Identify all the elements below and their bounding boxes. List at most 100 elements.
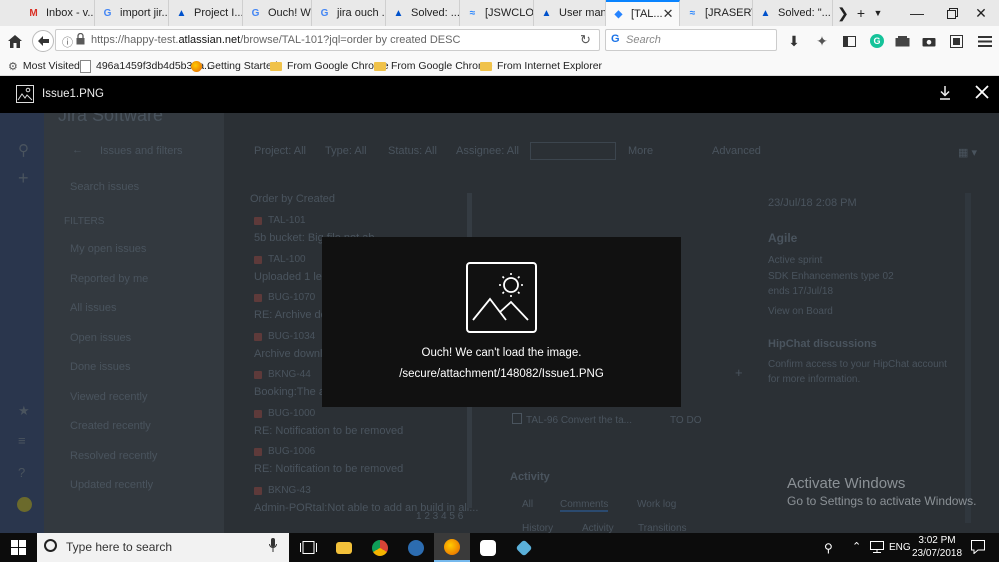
virtualbox-icon[interactable] — [506, 533, 542, 562]
chrome-icon[interactable] — [362, 533, 398, 562]
list-all-tabs-icon[interactable]: ▼ — [870, 0, 886, 26]
search-input[interactable]: Search — [626, 34, 661, 46]
activity-tab-activity[interactable]: Activity — [582, 523, 614, 533]
browser-tab[interactable]: ≈ [JRASERV... — [680, 0, 753, 26]
issue-key[interactable]: BUG-1000 — [268, 408, 315, 419]
task-view-icon[interactable] — [290, 533, 326, 562]
filter-link[interactable]: Open issues — [70, 332, 131, 344]
search-box[interactable]: G Search — [605, 29, 777, 51]
bookmark-folder[interactable]: From Google Chrome — [374, 59, 493, 73]
download-icon[interactable] — [939, 86, 951, 103]
browser-tab[interactable]: ▲ User man... — [534, 0, 606, 26]
file-explorer-icon[interactable] — [326, 533, 362, 562]
browser-tab[interactable]: Gimport jir... — [95, 0, 169, 26]
browser-tab[interactable]: ◆ [TAL... ✕ — [606, 0, 680, 26]
slack-icon[interactable] — [470, 533, 506, 562]
menu-icon[interactable] — [974, 31, 996, 51]
filter-link[interactable]: My open issues — [70, 243, 146, 255]
issue-key[interactable]: TAL-100 — [268, 254, 306, 265]
issue-summary[interactable]: RE: Notification to be removed — [254, 425, 403, 437]
people-icon[interactable]: ⚲ — [824, 541, 833, 555]
layout-switcher-icon[interactable]: ▦ ▾ — [958, 146, 977, 159]
filter-link[interactable]: Created recently — [70, 420, 151, 432]
filter-link[interactable]: Viewed recently — [70, 391, 147, 403]
filter-link[interactable]: Done issues — [70, 361, 131, 373]
avatar[interactable] — [17, 497, 32, 512]
issue-key[interactable]: BKNG-43 — [268, 485, 311, 496]
issues-and-filters-link[interactable]: Issues and filters — [100, 145, 183, 157]
extension-icon[interactable]: ✦ — [811, 31, 833, 51]
issue-key[interactable]: BUG-1070 — [268, 292, 315, 303]
show-hidden-icons[interactable]: ⌃ — [852, 540, 861, 553]
close-tab-icon[interactable]: ✕ — [663, 6, 674, 22]
browser-tab[interactable]: Gjira ouch ... — [312, 0, 386, 26]
activity-tab-history[interactable]: History — [522, 523, 553, 533]
download-icon[interactable]: ⬇ — [783, 31, 805, 51]
sidebar-icon[interactable] — [838, 31, 860, 51]
outlook-icon[interactable] — [398, 533, 434, 562]
notifications-icon[interactable] — [971, 540, 985, 557]
filter-link[interactable]: Updated recently — [70, 479, 153, 491]
text-search-input[interactable] — [530, 142, 616, 160]
issue-key[interactable]: TAL-101 — [268, 215, 306, 226]
issue-key[interactable]: BUG-1034 — [268, 331, 315, 342]
browser-tab[interactable]: ▲ Project I... — [169, 0, 243, 26]
help-icon[interactable]: ? — [18, 465, 25, 480]
issue-summary[interactable]: RE: Notification to be removed — [254, 463, 403, 475]
site-info-icon[interactable]: ⓘ — [62, 34, 73, 50]
filter-link[interactable]: Reported by me — [70, 273, 148, 285]
issue-key[interactable]: BUG-1006 — [268, 446, 315, 457]
language-indicator[interactable]: ENG — [889, 542, 911, 553]
grammarly-icon[interactable]: G — [866, 31, 888, 51]
search-issues-link[interactable]: Search issues — [70, 181, 139, 193]
browser-tab[interactable]: ▲ Solved: ... — [386, 0, 460, 26]
filter-dropdown[interactable]: More — [628, 145, 653, 157]
detail-scrollbar[interactable] — [965, 193, 971, 523]
feedback-icon[interactable]: ★ — [18, 403, 30, 419]
search-icon[interactable]: ⚲ — [18, 141, 29, 159]
menu-icon[interactable]: ≡ — [18, 433, 26, 448]
taskbar-search-input[interactable]: Type here to search — [66, 540, 172, 554]
bookmark-folder[interactable]: From Google Chrome — [270, 59, 389, 73]
filter-dropdown[interactable]: Status: All — [388, 145, 437, 157]
create-icon[interactable]: + — [18, 168, 29, 189]
addon-icon[interactable] — [945, 31, 967, 51]
view-on-board-link[interactable]: View on Board — [768, 306, 833, 317]
search-engine-icon[interactable]: G — [611, 33, 620, 45]
browser-tab[interactable]: ≈ [JSWCLO... — [460, 0, 534, 26]
start-button[interactable] — [0, 533, 36, 562]
microphone-icon[interactable] — [269, 538, 277, 556]
add-icon[interactable]: + — [735, 365, 743, 380]
activity-tab-comments[interactable]: Comments — [560, 499, 609, 512]
checkbox-icon[interactable] — [512, 413, 522, 424]
activity-tab-transitions[interactable]: Transitions — [638, 523, 687, 533]
back-arrow-icon[interactable]: ← — [72, 144, 83, 156]
home-icon[interactable] — [4, 31, 26, 51]
minimize-button[interactable]: — — [899, 0, 935, 26]
filter-dropdown[interactable]: Type: All — [325, 145, 367, 157]
issue-summary[interactable]: Uploaded 1 le... — [254, 271, 331, 283]
pagination[interactable]: 1 2 3 4 5 6 — [416, 511, 463, 522]
url-text[interactable]: https://happy-test.atlassian.net/browse/… — [91, 34, 460, 46]
browser-tab[interactable]: M Inbox - v... — [21, 0, 95, 26]
close-window-button[interactable]: ✕ — [963, 0, 999, 26]
browser-tab[interactable]: G Ouch! W... — [243, 0, 312, 26]
clock-time[interactable]: 3:02 PM — [914, 535, 960, 546]
issue-key[interactable]: BKNG-44 — [268, 369, 311, 380]
tab-scroll-right-icon[interactable]: ❯ — [836, 0, 850, 26]
url-bar[interactable]: ⓘ https://happy-test.atlassian.net/brows… — [55, 29, 600, 51]
network-icon[interactable] — [870, 541, 884, 556]
filter-dropdown[interactable]: Assignee: All — [456, 145, 519, 157]
back-button[interactable] — [32, 30, 54, 52]
clock-date[interactable]: 23/07/2018 — [910, 548, 964, 559]
bookmark-getting-started[interactable]: Getting Started — [191, 59, 278, 73]
activity-tab-worklog[interactable]: Work log — [637, 499, 676, 510]
filter-dropdown[interactable]: Advanced — [712, 145, 761, 157]
browser-tab[interactable]: ▲ Solved: "... — [753, 0, 833, 26]
filter-dropdown[interactable]: Project: All — [254, 145, 306, 157]
filter-link[interactable]: Resolved recently — [70, 450, 157, 462]
linked-issue[interactable]: TAL-96 Convert the ta... — [526, 415, 632, 426]
activity-tab-all[interactable]: All — [522, 499, 533, 510]
new-tab-button[interactable]: + — [851, 0, 871, 26]
reload-icon[interactable]: ↻ — [580, 32, 591, 48]
